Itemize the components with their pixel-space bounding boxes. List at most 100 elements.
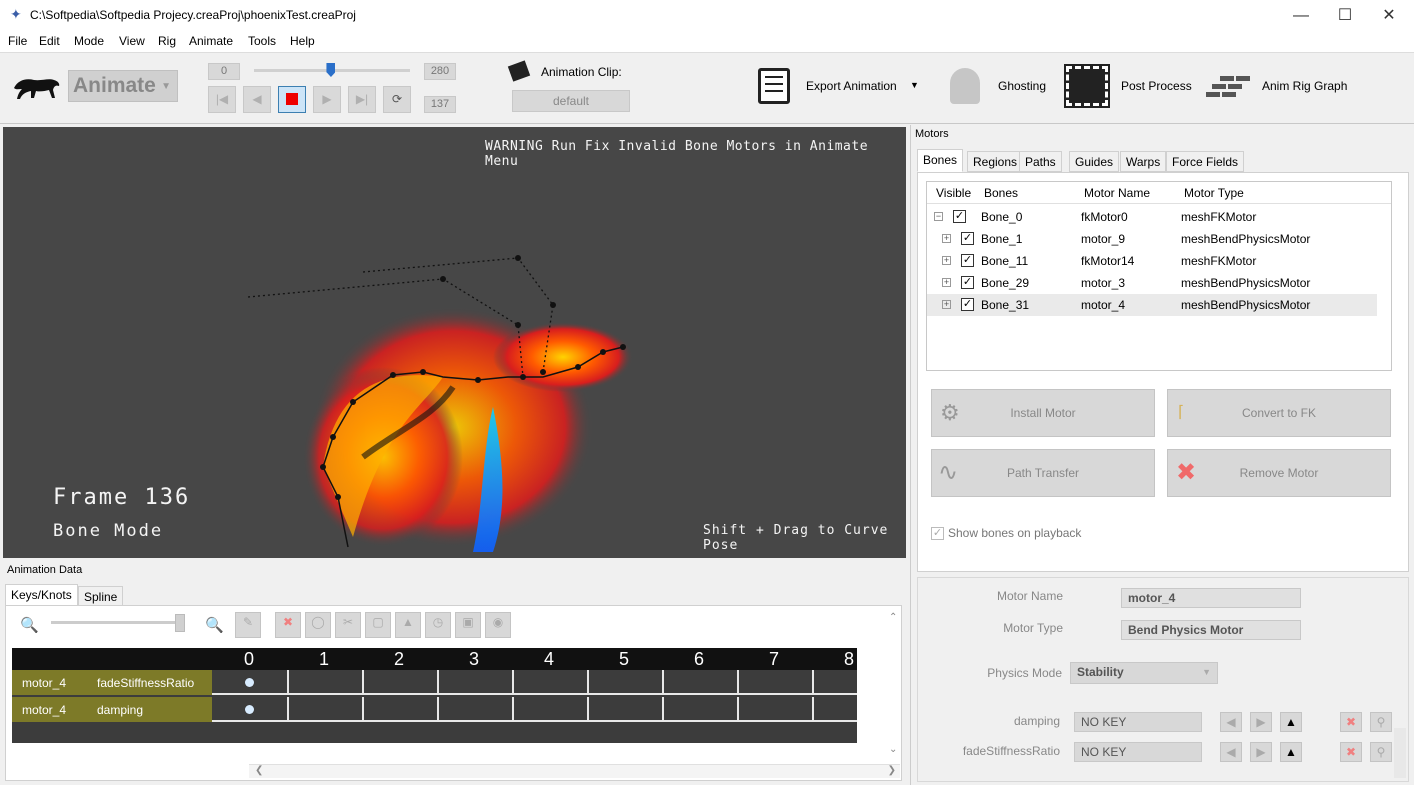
frame-max-field[interactable]: 280 — [424, 63, 456, 80]
visible-checkbox[interactable]: ✓ — [961, 232, 974, 245]
track-row[interactable]: motor_4 fadeStiffnessRatio — [12, 670, 857, 695]
snap-keys-button[interactable]: ◉ — [485, 612, 511, 638]
properties-scrollbar[interactable] — [1394, 728, 1406, 778]
menu-rig[interactable]: Rig — [158, 34, 176, 48]
delete-key-button[interactable]: ✖ — [1340, 712, 1362, 732]
zoom-in-icon[interactable]: 🔍 — [205, 616, 224, 634]
prev-frame-button[interactable]: ◀ — [243, 86, 271, 113]
horizontal-scrollbar[interactable]: ❮ ❯ — [249, 764, 900, 778]
expand-icon[interactable]: + — [942, 256, 951, 265]
menu-help[interactable]: Help — [290, 34, 315, 48]
prev-key-button[interactable]: ◀ — [1220, 712, 1242, 732]
install-motor-button[interactable]: ⚙ Install Motor — [931, 389, 1155, 437]
track-motor: motor_4 — [22, 676, 67, 690]
tab-spline[interactable]: Spline — [78, 586, 124, 607]
expand-icon[interactable]: + — [942, 278, 951, 287]
visible-checkbox[interactable]: ✓ — [961, 298, 974, 311]
collapse-icon[interactable]: − — [934, 212, 943, 221]
menu-tools[interactable]: Tools — [248, 34, 276, 48]
menu-view[interactable]: View — [119, 34, 145, 48]
keyframe-marker[interactable] — [245, 705, 254, 714]
tab-force-fields[interactable]: Force Fields — [1166, 151, 1245, 172]
tab-regions[interactable]: Regions — [967, 151, 1024, 172]
flip-keys-button[interactable]: ▲ — [395, 612, 421, 638]
key-options-button[interactable]: ⚲ — [1370, 712, 1392, 732]
visible-checkbox[interactable]: ✓ — [961, 254, 974, 267]
scroll-left-icon[interactable]: ❮ — [255, 765, 263, 776]
menu-mode[interactable]: Mode — [74, 34, 104, 48]
minimize-icon[interactable]: — — [1278, 0, 1324, 31]
motor-type-field[interactable]: Bend Physics Motor — [1121, 620, 1301, 640]
zoom-slider-track[interactable] — [51, 621, 181, 624]
bone-row[interactable]: + ✓ Bone_11 fkMotor14 meshFKMotor — [927, 250, 1377, 272]
show-bones-checkbox[interactable]: ✓ — [931, 527, 944, 540]
param-key-field[interactable]: NO KEY — [1074, 742, 1202, 762]
track-row[interactable]: motor_4 damping — [12, 697, 857, 722]
maximize-icon[interactable]: ☐ — [1322, 0, 1368, 31]
col-visible[interactable]: Visible — [936, 186, 971, 200]
viewport[interactable]: WARNING Run Fix Invalid Bone Motors in A… — [3, 127, 906, 558]
tab-keys-knots[interactable]: Keys/Knots — [5, 584, 78, 606]
animation-clip-field[interactable]: default — [512, 90, 630, 112]
col-motor-name[interactable]: Motor Name — [1084, 186, 1150, 200]
expand-icon[interactable]: + — [942, 234, 951, 243]
export-animation-button[interactable]: Export Animation — [806, 79, 897, 93]
delete-key-button[interactable]: ✖ — [1340, 742, 1362, 762]
next-key-button[interactable]: ▶ — [1250, 712, 1272, 732]
time-scale-button[interactable]: ◷ — [425, 612, 451, 638]
param-key-field[interactable]: NO KEY — [1074, 712, 1202, 732]
path-transfer-button[interactable]: ∿ Path Transfer — [931, 449, 1155, 497]
anim-rig-graph-button[interactable]: Anim Rig Graph — [1262, 79, 1347, 93]
frame-min-field[interactable]: 0 — [208, 63, 240, 80]
menu-animate[interactable]: Animate — [189, 34, 233, 48]
prev-key-button[interactable]: ◀ — [1220, 742, 1242, 762]
menu-edit[interactable]: Edit — [39, 34, 60, 48]
last-frame-button[interactable]: ▶| — [348, 86, 376, 113]
stop-button[interactable] — [278, 86, 306, 113]
mode-dropdown[interactable]: Animate ▼ — [68, 70, 178, 102]
paste-keys-button[interactable]: ▢ — [365, 612, 391, 638]
physics-mode-dropdown[interactable]: Stability ▼ — [1070, 662, 1218, 684]
zoom-out-icon[interactable]: 🔍 — [20, 616, 39, 634]
visible-checkbox[interactable]: ✓ — [961, 276, 974, 289]
motor-name-field[interactable]: motor_4 — [1121, 588, 1301, 608]
ghosting-button[interactable]: Ghosting — [998, 79, 1046, 93]
set-key-button[interactable]: ▲ — [1280, 742, 1302, 762]
next-key-button[interactable]: ▶ — [1250, 742, 1272, 762]
export-dropdown-arrow-icon[interactable]: ▼ — [910, 80, 919, 90]
remove-motor-button[interactable]: ✖ Remove Motor — [1167, 449, 1391, 497]
select-tool-button[interactable]: ✎ — [235, 612, 261, 638]
expand-icon[interactable]: + — [942, 300, 951, 309]
frame-all-button[interactable]: ▣ — [455, 612, 481, 638]
tab-warps[interactable]: Warps — [1120, 151, 1167, 172]
bone-row-selected[interactable]: + ✓ Bone_31 motor_4 meshBendPhysicsMotor — [927, 294, 1377, 316]
menu-file[interactable]: File — [8, 34, 27, 48]
bone-row[interactable]: + ✓ Bone_1 motor_9 meshBendPhysicsMotor — [927, 228, 1377, 250]
frame-current-field[interactable]: 137 — [424, 96, 456, 113]
key-options-button[interactable]: ⚲ — [1370, 742, 1392, 762]
set-key-button[interactable]: ▲ — [1280, 712, 1302, 732]
post-process-button[interactable]: Post Process — [1121, 79, 1192, 93]
scroll-right-icon[interactable]: ❯ — [888, 765, 896, 776]
delete-keys-button[interactable]: ✖ — [275, 612, 301, 638]
tab-bones[interactable]: Bones — [917, 149, 964, 172]
close-icon[interactable]: ✕ — [1366, 0, 1412, 31]
cut-keys-button[interactable]: ✂ — [335, 612, 361, 638]
col-motor-type[interactable]: Motor Type — [1184, 186, 1244, 200]
keyframe-marker[interactable] — [245, 678, 254, 687]
visible-checkbox[interactable]: ✓ — [953, 210, 966, 223]
tab-paths[interactable]: Paths — [1019, 151, 1062, 172]
scroll-down-icon[interactable]: ⌄ — [889, 744, 897, 755]
zoom-slider-thumb[interactable] — [175, 614, 185, 632]
first-frame-button[interactable]: |◀ — [208, 86, 236, 113]
tab-guides[interactable]: Guides — [1069, 151, 1120, 172]
loop-button[interactable]: ⟳ — [383, 86, 411, 113]
scroll-up-icon[interactable]: ⌃ — [889, 612, 897, 623]
bone-row[interactable]: + ✓ Bone_29 motor_3 meshBendPhysicsMotor — [927, 272, 1377, 294]
col-bones[interactable]: Bones — [984, 186, 1018, 200]
copy-keys-button[interactable]: ◯ — [305, 612, 331, 638]
bone-row[interactable]: − ✓ Bone_0 fkMotor0 meshFKMotor — [927, 206, 1377, 228]
keys-grid[interactable]: 0 1 2 3 4 5 6 7 8 motor_4 fadeStiffnessR… — [12, 648, 857, 743]
next-frame-button[interactable]: ▶ — [313, 86, 341, 113]
convert-to-fk-button[interactable]: ⌈ Convert to FK — [1167, 389, 1391, 437]
